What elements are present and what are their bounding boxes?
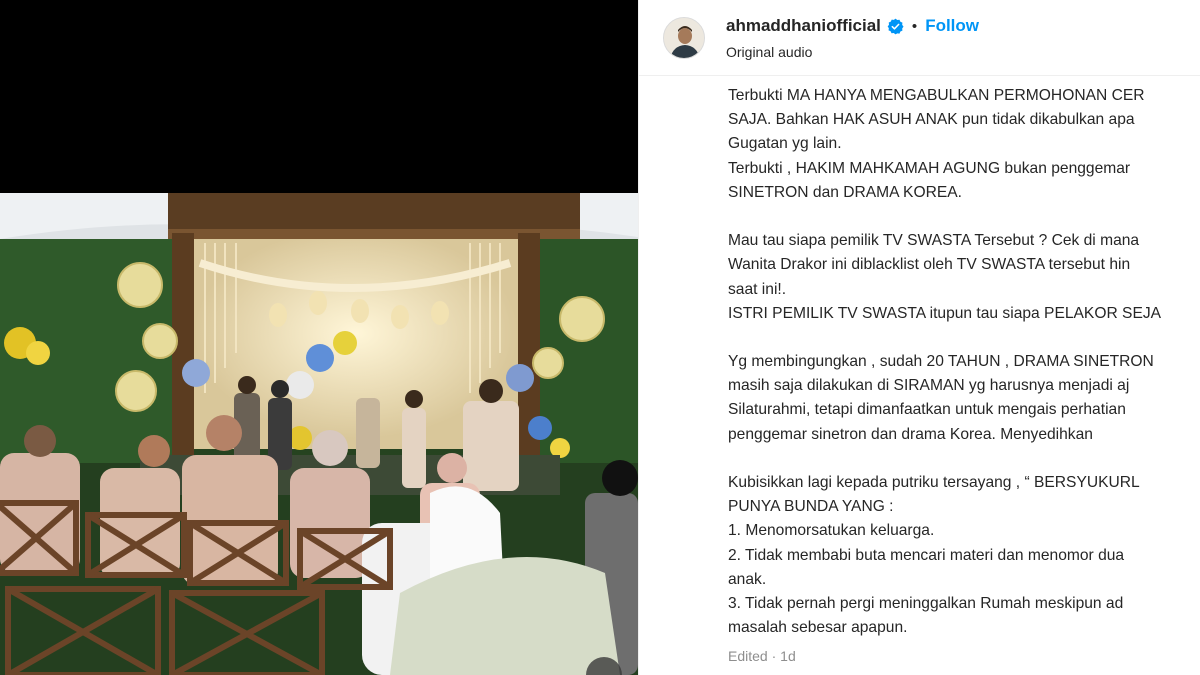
caption-line: Silaturahmi, tetapi dimanfaatkan untuk m… — [728, 401, 1126, 419]
post-header: ahmaddhaniofficial • Follow Original aud… — [639, 0, 1200, 76]
caption-line: Yg membingungkan , sudah 20 TAHUN , DRAM… — [728, 353, 1154, 371]
caption-line: masih saja dilakukan di SIRAMAN yg harus… — [728, 377, 1130, 395]
caption-line: Kubisikkan lagi kepada putriku tersayang… — [728, 474, 1140, 491]
caption-line: Terbukti , HAKIM MAHKAMAH AGUNG bukan pe… — [728, 159, 1131, 177]
caption-line: Gugatan yg lain. — [728, 135, 842, 153]
original-audio-link[interactable]: Original audio — [726, 44, 812, 60]
caption-line: ISTRI PEMILIK TV SWASTA itupun tau siapa… — [728, 304, 1162, 322]
post-panel: ahmaddhaniofficial • Follow Original aud… — [638, 0, 1200, 675]
post-age[interactable]: 1d — [780, 648, 796, 664]
username-link[interactable]: ahmaddhaniofficial — [726, 16, 881, 36]
caption-line: penggemar sinetron dan drama Korea. Meny… — [728, 425, 1093, 443]
post-meta: Edited · 1d — [728, 648, 796, 664]
header-separator: • — [911, 17, 918, 35]
caption-line: Mau tau siapa pemilik TV SWASTA Tersebut… — [728, 232, 1140, 250]
caption-line: 1. Menomorsatukan keluarga. — [728, 522, 935, 540]
caption-line: saat ini!. — [728, 280, 787, 298]
caption-line: Wanita Drakor ini diblacklist oleh TV SW… — [728, 256, 1131, 274]
profile-avatar[interactable] — [663, 17, 705, 59]
follow-button[interactable]: Follow — [925, 16, 979, 36]
post-caption: Terbukti MA HANYA MENGABULKAN PERMOHONAN… — [728, 84, 1200, 644]
caption-line: 3. Tidak pernah pergi meninggalkan Rumah… — [728, 594, 1124, 612]
caption-line: Terbukti MA HANYA MENGABULKAN PERMOHONAN… — [728, 87, 1145, 104]
caption-line: PUNYA BUNDA YANG : — [728, 498, 894, 516]
post-photo — [0, 193, 638, 675]
caption-line: SINETRON dan DRAMA KOREA. — [728, 183, 962, 201]
verified-badge-icon — [887, 18, 904, 35]
meta-separator: · — [771, 648, 777, 664]
caption-line: SAJA. Bahkan HAK ASUH ANAK pun tidak dik… — [728, 111, 1135, 129]
post-media[interactable] — [0, 0, 638, 675]
caption-line: 2. Tidak membabi buta mencari materi dan… — [728, 546, 1125, 564]
edited-label: Edited — [728, 648, 768, 664]
caption-line: anak. — [728, 570, 767, 588]
caption-line: masalah sebesar apapun. — [728, 619, 908, 637]
